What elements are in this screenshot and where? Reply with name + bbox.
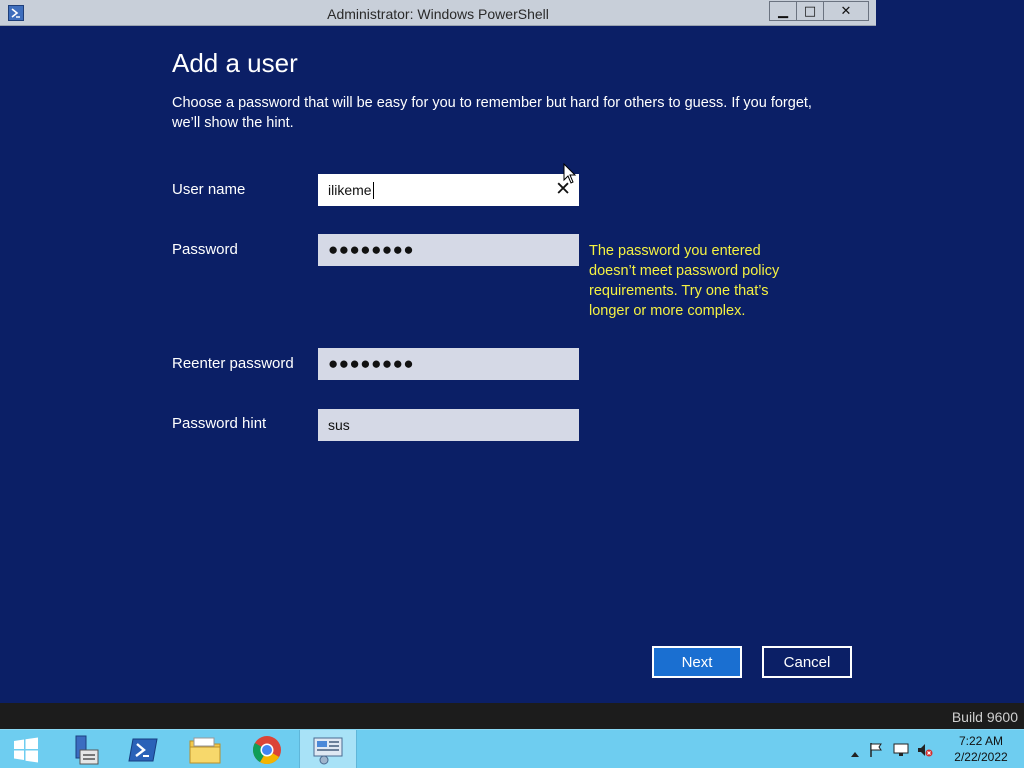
desktop-strip: Build 9600 [0,703,1024,729]
maximize-button[interactable]: □ [796,1,824,21]
start-icon [14,737,38,762]
taskbar: 7:22 AM 2/22/2022 [0,729,1024,768]
minimize-button[interactable]: ▁ [769,1,797,21]
window-title-bar[interactable]: Administrator: Windows PowerShell ▁ □ ✕ [0,0,876,26]
text-caret [372,181,374,199]
password-hint-label: Password hint [172,415,267,432]
taskbar-chrome[interactable] [238,730,296,768]
build-watermark: Build 9600 [951,709,1018,725]
page-description: Choose a password that will be easy for … [172,95,812,131]
maximize-icon: □ [803,3,817,19]
desktop-background [876,0,1024,26]
action-center-flag-icon[interactable] [868,742,884,762]
mouse-cursor-icon [563,162,577,189]
page-title: Add a user [172,48,298,78]
username-value: ilikeme [328,182,372,198]
username-field[interactable]: ilikeme ✕ [318,174,579,206]
taskbar-powershell[interactable] [114,730,172,768]
password-value: ●●●●●●●● [328,240,415,259]
taskbar-control-panel[interactable] [299,730,357,768]
next-button[interactable]: Next [652,646,742,678]
close-icon: ✕ [840,3,852,19]
password-field[interactable]: ●●●●●●●● [318,234,579,266]
file-explorer-icon [189,737,221,763]
password-hint-field[interactable]: sus [318,409,579,441]
clock-time: 7:22 AM [958,734,1004,748]
reenter-password-value: ●●●●●●●● [328,354,415,373]
window-title: Administrator: Windows PowerShell [327,6,549,22]
username-label: User name [172,181,246,198]
server-manager-icon [75,735,99,764]
clock[interactable]: 7:22 AM 2/22/2022 [946,733,1016,765]
password-error-message: The password you entered doesn’t meet pa… [589,243,780,319]
powershell-icon [128,738,158,761]
system-tray: 7:22 AM 2/22/2022 [824,730,1024,768]
reenter-password-label: Reenter password [172,355,294,372]
control-panel-icon [313,737,343,764]
volume-muted-icon[interactable] [917,742,933,762]
network-icon[interactable] [893,742,909,762]
clock-date: 2/22/2022 [954,750,1008,764]
taskbar-server-manager[interactable] [54,730,112,768]
taskbar-file-explorer[interactable] [176,730,234,768]
close-button[interactable]: ✕ [823,1,869,21]
password-label: Password [172,241,238,258]
cancel-button[interactable]: Cancel [762,646,852,678]
password-hint-value: sus [328,417,350,433]
show-hidden-icons-icon[interactable] [850,743,860,762]
reenter-password-field[interactable]: ●●●●●●●● [318,348,579,380]
chrome-icon [253,735,281,764]
start-button[interactable] [0,730,52,768]
minimize-icon: ▁ [778,3,788,19]
